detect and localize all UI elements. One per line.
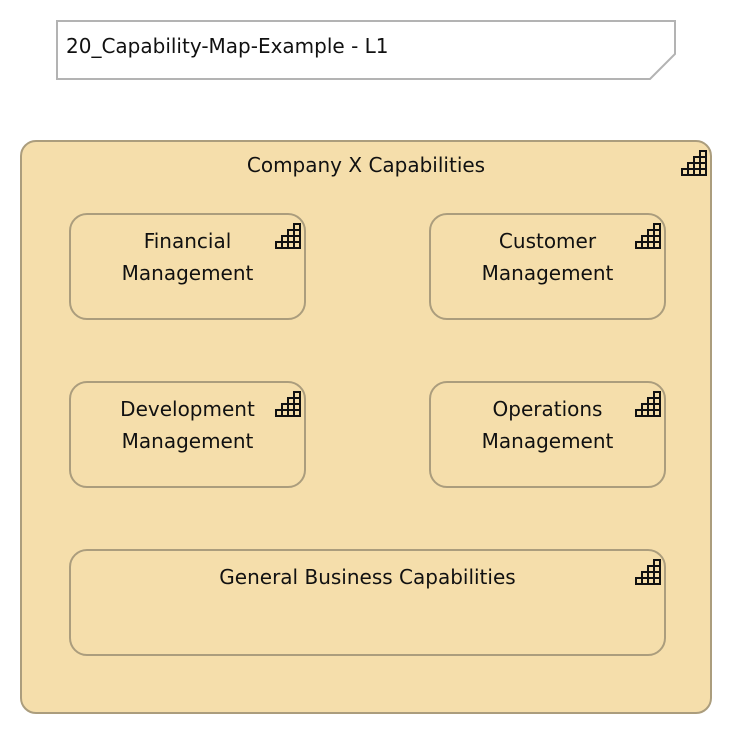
group-title: Company X Capabilities	[246, 153, 486, 177]
capability-icon	[275, 391, 301, 417]
capability-icon	[635, 223, 661, 249]
capability-general-business[interactable]: General Business Capabilities	[69, 549, 666, 656]
capability-financial-management[interactable]: Financial Management	[69, 213, 306, 320]
capability-icon	[275, 223, 301, 249]
capability-icon	[681, 150, 707, 176]
capability-icon	[635, 559, 661, 585]
company-capabilities-group[interactable]: Company X Capabilities Financial Managem…	[20, 140, 712, 714]
diagram-title: 20_Capability-Map-Example - L1	[66, 34, 389, 58]
capability-development-management[interactable]: Development Management	[69, 381, 306, 488]
capability-icon	[635, 391, 661, 417]
capability-label: Operations Management	[481, 397, 614, 453]
capability-label: Development Management	[120, 397, 255, 453]
capability-label: Customer Management	[481, 229, 614, 285]
capability-operations-management[interactable]: Operations Management	[429, 381, 666, 488]
capability-customer-management[interactable]: Customer Management	[429, 213, 666, 320]
capability-label: General Business Capabilities	[219, 565, 516, 589]
diagram-title-note[interactable]: 20_Capability-Map-Example - L1	[56, 20, 676, 80]
capability-label: Financial Management	[121, 229, 254, 285]
